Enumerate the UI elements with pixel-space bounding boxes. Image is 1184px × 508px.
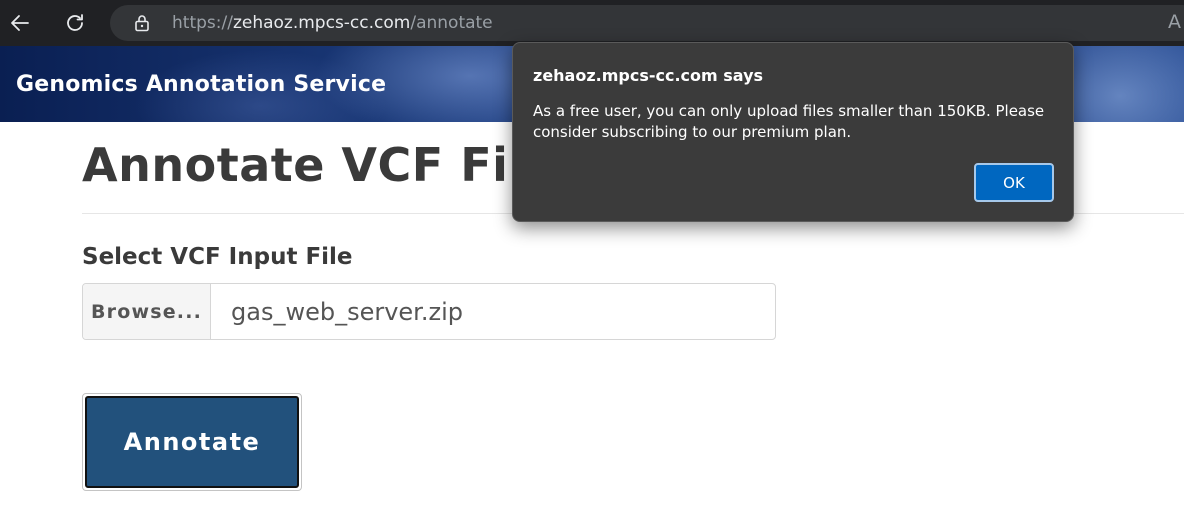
file-field-label: Select VCF Input File: [82, 244, 353, 270]
back-arrow-icon: [11, 15, 29, 31]
dialog-title: zehaoz.mpcs-cc.com says: [533, 66, 764, 85]
url-prefix: https://: [172, 13, 233, 33]
annotate-button-wrapper[interactable]: Annotate: [82, 393, 302, 491]
site-title[interactable]: Genomics Annotation Service: [16, 72, 386, 97]
browser-toolbar: https://zehaoz.mpcs-cc.com/annotate A: [0, 0, 1184, 46]
reload-button[interactable]: [61, 9, 89, 37]
alert-dialog: zehaoz.mpcs-cc.com says As a free user, …: [512, 42, 1074, 222]
url-text[interactable]: https://zehaoz.mpcs-cc.com/annotate: [172, 12, 493, 34]
url-host: zehaoz.mpcs-cc.com: [232, 13, 411, 33]
page-title: Annotate VCF File: [82, 138, 557, 192]
address-bar[interactable]: https://zehaoz.mpcs-cc.com/annotate: [110, 5, 1184, 41]
reload-icon: [67, 14, 83, 31]
url-path: /annotate: [410, 13, 493, 33]
dialog-message: As a free user, you can only upload file…: [533, 102, 1045, 141]
back-button[interactable]: [6, 9, 34, 37]
ok-button[interactable]: OK: [974, 163, 1054, 202]
annotate-button[interactable]: Annotate: [85, 396, 299, 488]
lock-icon[interactable]: [132, 13, 152, 33]
selected-file-name[interactable]: gas_web_server.zip: [211, 284, 775, 339]
file-input-group[interactable]: Browse... gas_web_server.zip: [82, 283, 776, 340]
read-aloud-icon[interactable]: A: [1168, 11, 1181, 33]
browse-button[interactable]: Browse...: [83, 284, 211, 339]
